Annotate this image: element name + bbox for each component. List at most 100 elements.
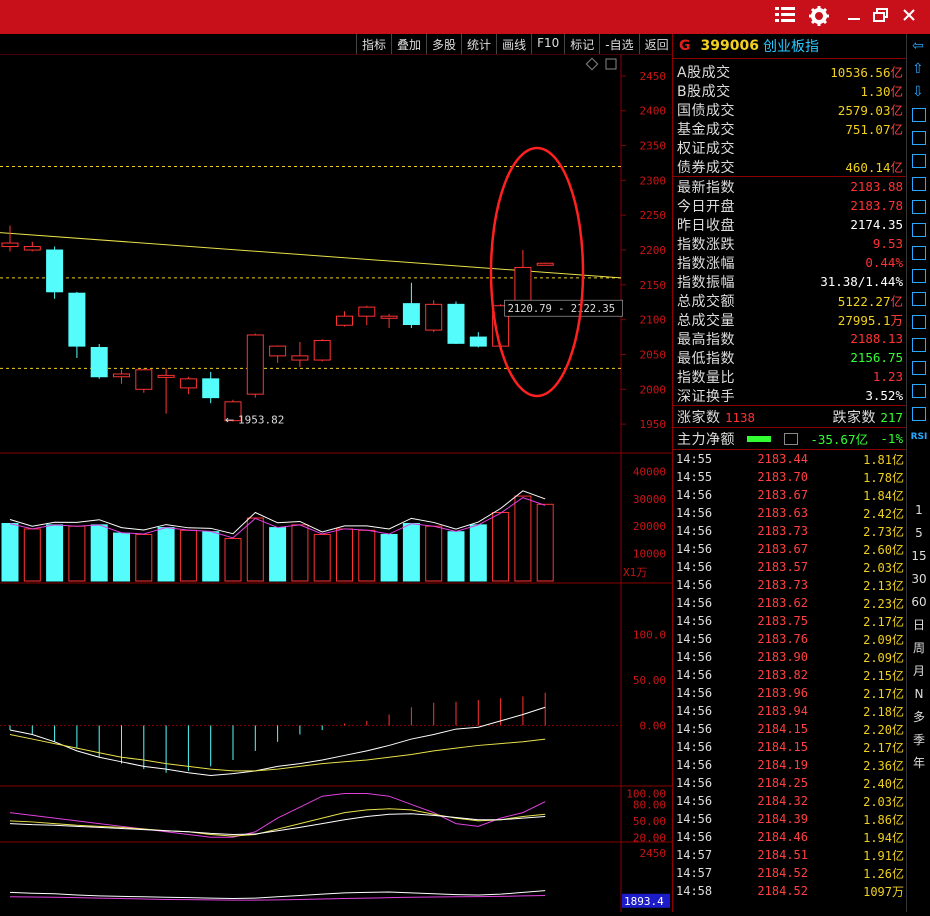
toolbar-multistock-button[interactable]: 多股: [426, 34, 461, 54]
tick-row[interactable]: 14:56 2183.76 2.09亿: [673, 630, 907, 648]
period-10-button[interactable]: 季: [907, 728, 930, 751]
tick-row[interactable]: 14:56 2184.15 2.17亿: [673, 738, 907, 756]
tick-price: 2183.44: [757, 452, 808, 466]
close-icon[interactable]: [898, 6, 920, 28]
stat-label: 总成交量: [677, 312, 735, 329]
arrow-up-icon[interactable]: ⇧: [907, 57, 930, 80]
up-count: 1138: [724, 409, 756, 425]
toolbar-back-button[interactable]: 返回: [638, 34, 674, 54]
pen-icon[interactable]: [907, 356, 930, 379]
tick-row[interactable]: 14:56 2184.25 2.40亿: [673, 774, 907, 792]
arrow-left-icon[interactable]: ⇦: [907, 34, 930, 57]
period-8-button[interactable]: N: [907, 682, 930, 705]
period-9-button[interactable]: 多: [907, 705, 930, 728]
tick-row[interactable]: 14:56 2183.73 2.13亿: [673, 576, 907, 594]
stat-unit: 万: [890, 313, 903, 328]
tick-row[interactable]: 14:56 2184.32 2.03亿: [673, 792, 907, 810]
tick-vol: 2.40亿: [863, 776, 904, 791]
tick-row[interactable]: 14:56 2183.67 1.84亿: [673, 486, 907, 504]
rsi-icon[interactable]: RSI: [907, 425, 930, 448]
f5-icon[interactable]: [907, 379, 930, 402]
toolbar-indicator-button[interactable]: 指标: [356, 34, 391, 54]
period-0-button[interactable]: 1: [907, 498, 930, 521]
f1-icon[interactable]: [907, 287, 930, 310]
chart-icon[interactable]: [907, 149, 930, 172]
tick-row[interactable]: 14:56 2184.46 1.94亿: [673, 828, 907, 846]
tick-row[interactable]: 14:56 2183.63 2.42亿: [673, 504, 907, 522]
clock-icon[interactable]: [907, 310, 930, 333]
tick-row[interactable]: 14:56 2184.15 2.20亿: [673, 720, 907, 738]
turnover-value: 10536.56: [830, 65, 891, 80]
right-rail: ⇦ ⇧ ⇩ RSI 1 5 15 30 60 日周月 N 多季年: [906, 34, 930, 912]
table-icon[interactable]: [907, 126, 930, 149]
turnover-row: 债券成交 460.14亿: [673, 157, 907, 176]
tick-row[interactable]: 14:55 2183.44 1.81亿: [673, 450, 907, 468]
stats-list: 最新指数 2183.88 今日开盘 2183.78 昨日收盘 2174.35 指数涨跌 9.5…: [673, 177, 907, 405]
period-5-button[interactable]: 日: [907, 613, 930, 636]
toolbar-stats-button[interactable]: 统计: [461, 34, 496, 54]
period-7-button[interactable]: 月: [907, 659, 930, 682]
candle: [380, 315, 398, 319]
minimize-icon[interactable]: [843, 6, 865, 28]
tick-row[interactable]: 14:56 2183.75 2.17亿: [673, 612, 907, 630]
window-icon[interactable]: [907, 264, 930, 287]
stat-row: 最低指数 2156.75: [673, 348, 907, 367]
tick-row[interactable]: 14:56 2183.82 2.15亿: [673, 666, 907, 684]
candle-icon[interactable]: [907, 172, 930, 195]
tick-price: 2183.76: [757, 632, 808, 646]
tick-row[interactable]: 14:56 2183.94 2.18亿: [673, 702, 907, 720]
tick-vol: 1.84亿: [863, 488, 904, 503]
stat-row: 指数涨跌 9.53: [673, 234, 907, 253]
tick-price: 2183.70: [757, 470, 808, 484]
period-2-button[interactable]: 15: [907, 544, 930, 567]
tick-row[interactable]: 14:56 2183.67 2.60亿: [673, 540, 907, 558]
turnover-label: 国债成交: [677, 102, 735, 119]
capital-icon[interactable]: [907, 241, 930, 264]
period-3-button[interactable]: 30: [907, 567, 930, 590]
turnover-value: 460.14: [845, 160, 891, 175]
toolbar-overlay-button[interactable]: 叠加: [391, 34, 426, 54]
candle: [447, 303, 465, 344]
tick-row[interactable]: 14:57 2184.52 1.26亿: [673, 864, 907, 882]
arrow-down-icon[interactable]: ⇩: [907, 80, 930, 103]
toolbar-f10-button[interactable]: F10: [531, 34, 564, 54]
f10-icon[interactable]: [907, 195, 930, 218]
money-icon[interactable]: [907, 333, 930, 356]
tick-row[interactable]: 14:56 2183.57 2.03亿: [673, 558, 907, 576]
period-6-button[interactable]: 周: [907, 636, 930, 659]
chart-area[interactable]: 2450 2400 2350 2300 2250 2200 2150 2100 2050 2000…: [0, 53, 672, 912]
tick-row[interactable]: 14:56 2183.96 2.17亿: [673, 684, 907, 702]
capital-flow-value: -35.67亿: [810, 432, 868, 447]
period-4-button[interactable]: 60: [907, 590, 930, 613]
capital-flow-table-icon[interactable]: [783, 432, 798, 445]
tick-row[interactable]: 14:56 2183.90 2.09亿: [673, 648, 907, 666]
tick-row[interactable]: 14:56 2183.62 2.23亿: [673, 594, 907, 612]
tick-vol: 2.09亿: [863, 650, 904, 665]
grid-icon[interactable]: [907, 103, 930, 126]
toolbar-mark-button[interactable]: 标记: [564, 34, 599, 54]
tick-row[interactable]: 14:57 2184.51 1.91亿: [673, 846, 907, 864]
tick-row[interactable]: 14:56 2183.73 2.73亿: [673, 522, 907, 540]
toolbar-drawline-button[interactable]: 画线: [496, 34, 531, 54]
period-11-button[interactable]: 年: [907, 751, 930, 774]
tick-price: 2183.82: [757, 668, 808, 682]
news-icon[interactable]: [907, 218, 930, 241]
tick-row[interactable]: 14:56 2184.39 1.86亿: [673, 810, 907, 828]
stat-value: 3.52%: [865, 388, 903, 403]
tick-price: 2183.57: [757, 560, 808, 574]
settings-gear-icon[interactable]: [808, 6, 830, 28]
period-1-button[interactable]: 5: [907, 521, 930, 544]
stat-value: 2156.75: [850, 350, 903, 365]
tick-row[interactable]: 14:56 2184.19 2.36亿: [673, 756, 907, 774]
tick-row[interactable]: 14:55 2183.70 1.78亿: [673, 468, 907, 486]
sync-icon[interactable]: [907, 402, 930, 425]
tick-list[interactable]: 14:55 2183.44 1.81亿 14:55 2183.70 1.78亿 14:56 2…: [673, 450, 907, 900]
restore-icon[interactable]: [870, 6, 892, 28]
indicator-tick-label: 50.00: [633, 674, 666, 687]
tick-row[interactable]: 14:58 2184.52 1097万: [673, 882, 907, 900]
capital-flow-bar: [747, 435, 772, 442]
charts-svg[interactable]: 2450 2400 2350 2300 2250 2200 2150 2100 2050 2000…: [0, 53, 672, 912]
menu-list-icon[interactable]: [774, 6, 796, 28]
tick-time: 14:56: [676, 542, 713, 556]
toolbar-remove-watchlist-button[interactable]: -自选: [599, 34, 638, 54]
